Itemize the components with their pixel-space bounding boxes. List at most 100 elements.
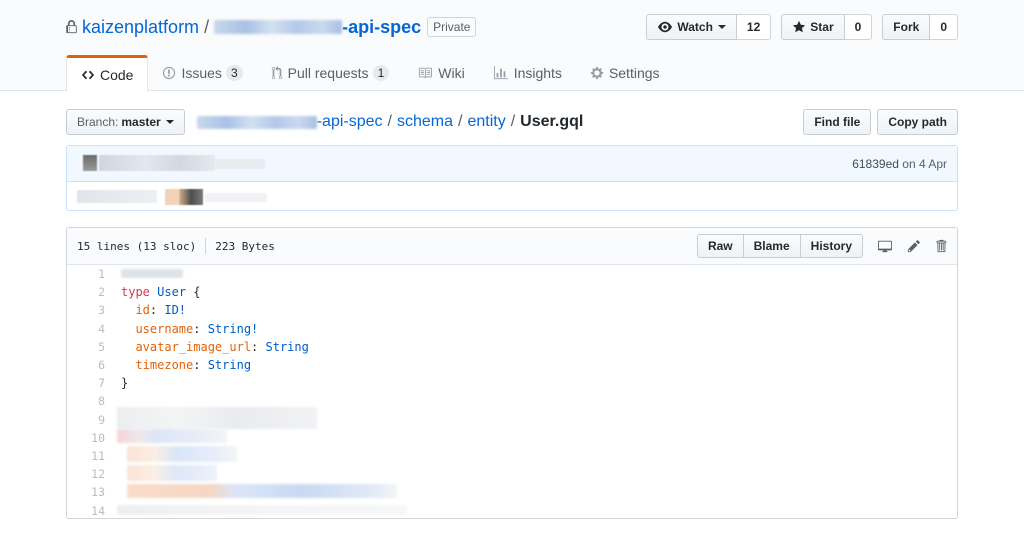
branch-name: master [121,115,161,129]
line-number[interactable]: 13 [67,485,105,499]
repo-owner-link[interactable]: kaizenplatform [82,17,199,38]
line-content: timezone: String [105,358,251,372]
code-colon: : [193,358,208,373]
raw-button[interactable]: Raw [696,234,744,258]
fork-count[interactable]: 0 [930,14,958,40]
gear-icon [590,66,604,80]
trash-icon[interactable] [935,239,947,253]
code-brace: { [186,285,201,300]
line-number[interactable]: 1 [67,267,105,281]
line-content: type User { [105,285,201,299]
desktop-icon[interactable] [877,239,893,253]
redacted-contributors [205,193,267,202]
history-button[interactable]: History [799,234,863,258]
blame-button[interactable]: Blame [742,234,801,258]
tab-issues[interactable]: Issues 3 [148,55,256,91]
watch-count[interactable]: 12 [736,14,772,40]
copy-path-button[interactable]: Copy path [877,109,958,135]
redacted-code [127,464,217,481]
branch-select-button[interactable]: Branch: master [66,109,185,135]
issue-icon [163,66,176,80]
breadcrumb-repo[interactable]: -api-spec [317,113,383,131]
line-number[interactable]: 10 [67,431,105,445]
line-number[interactable]: 11 [67,449,105,463]
file-navigation: Branch: master -api-spec / schema / enti… [66,109,958,135]
line-number[interactable]: 5 [67,340,105,354]
tab-insights-label: Insights [513,65,562,81]
commit-date-prefix: on [902,157,916,171]
line-content [105,464,217,484]
line-content [105,446,237,465]
code-line: 5 avatar_image_url: String [67,338,957,356]
tab-settings[interactable]: Settings [576,55,674,91]
line-number[interactable]: 2 [67,285,105,299]
file-view-buttons: Raw Blame History [696,234,863,258]
code-line: 13 [67,483,957,501]
code-line: 10 [67,429,957,447]
file-view: 15 lines (13 sloc) 223 Bytes Raw Blame H… [66,227,958,519]
tab-settings-label: Settings [608,65,660,81]
code-field-type: String! [207,321,259,336]
redacted-code [117,407,317,430]
tab-pull-requests[interactable]: Pull requests 1 [257,55,404,91]
code-brace: } [121,376,129,391]
code-line: 2 type User { [67,283,957,301]
branch-label: Branch: [77,115,119,129]
file-actions: Raw Blame History [696,234,947,258]
code-field: username [135,321,194,336]
line-content: id: ID! [105,303,186,317]
star-button[interactable]: Star [781,14,845,40]
line-number[interactable]: 6 [67,358,105,372]
redacted-code [127,446,237,463]
commit-sha-link[interactable]: 61839ed [852,157,899,171]
line-number[interactable]: 14 [67,504,105,518]
line-number[interactable]: 12 [67,467,105,481]
lock-icon [66,20,77,34]
issues-count-badge: 3 [225,65,243,81]
redacted-code [121,269,183,279]
file-info-divider [205,238,207,254]
fork-label: Fork [893,20,920,34]
line-content: username: String! [105,322,258,336]
commit-meta: 61839ed on 4 Apr [852,157,947,171]
code-line: 12 [67,464,957,484]
redacted-avatar [165,189,179,205]
line-number[interactable]: 4 [67,322,105,336]
watch-button[interactable]: Watch [646,14,737,40]
book-icon [419,67,433,79]
code-field-type: String [207,358,252,373]
redacted-repo-name [214,20,343,34]
code-line: 4 username: String! [67,320,957,338]
tab-insights[interactable]: Insights [479,55,576,91]
commit-summary: 61839ed on 4 Apr [67,146,957,182]
redacted-contributors [77,190,157,203]
code-colon: : [149,303,165,318]
find-file-button[interactable]: Find file [803,109,872,135]
breadcrumb: -api-spec / schema / entity / User.gql [196,113,583,131]
file-header: 15 lines (13 sloc) 223 Bytes Raw Blame H… [67,228,957,265]
code-line: 1 [67,265,957,283]
code-colon: : [193,321,208,336]
commit-tease: 61839ed on 4 Apr [66,145,958,211]
repo-actions: Watch 12 Star 0 Fork 0 [646,14,958,40]
line-content [105,429,227,446]
fork-button[interactable]: Fork [882,14,931,40]
tab-wiki[interactable]: Wiki [403,55,478,91]
code-icon [81,70,95,79]
code-keyword: type [121,285,150,300]
line-number[interactable]: 8 [67,394,105,408]
repo-header: kaizenplatform / -api-spec Private Watch… [0,0,1024,92]
tab-code[interactable]: Code [66,55,149,92]
line-number[interactable]: 9 [67,413,105,427]
breadcrumb-separator: / [387,113,392,130]
pencil-icon[interactable] [907,239,921,253]
repo-name-link[interactable]: -api-spec [342,17,421,38]
line-number[interactable]: 7 [67,376,105,390]
breadcrumb-schema[interactable]: schema [397,113,453,131]
breadcrumb-entity[interactable]: entity [467,113,505,131]
star-count[interactable]: 0 [844,14,873,40]
line-content [105,504,407,518]
redacted-avatar [83,155,97,171]
line-number[interactable]: 3 [67,303,105,317]
redacted-commit-message [215,159,265,169]
